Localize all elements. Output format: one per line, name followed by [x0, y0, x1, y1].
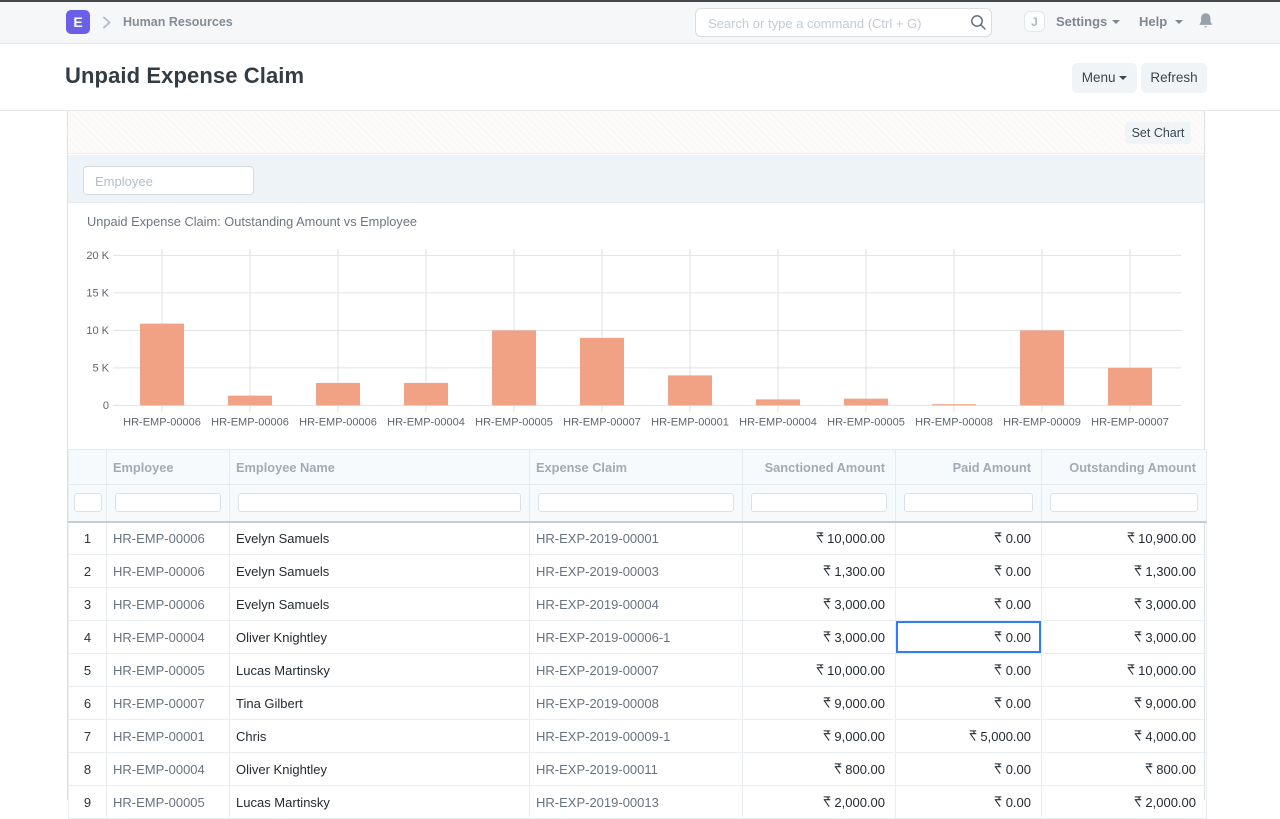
svg-text:HR-EMP-00007: HR-EMP-00007: [563, 417, 641, 429]
svg-text:HR-EMP-00005: HR-EMP-00005: [827, 417, 905, 429]
svg-text:0: 0: [103, 400, 109, 412]
svg-text:HR-EMP-00004: HR-EMP-00004: [387, 417, 465, 429]
svg-text:HR-EMP-00009: HR-EMP-00009: [1003, 417, 1081, 429]
svg-text:HR-EMP-00006: HR-EMP-00006: [211, 417, 289, 429]
svg-text:HR-EMP-00001: HR-EMP-00001: [651, 417, 729, 429]
svg-text:10 K: 10 K: [86, 325, 109, 337]
svg-text:HR-EMP-00004: HR-EMP-00004: [739, 417, 817, 429]
svg-text:HR-EMP-00006: HR-EMP-00006: [299, 417, 377, 429]
svg-text:HR-EMP-00005: HR-EMP-00005: [475, 417, 553, 429]
svg-text:HR-EMP-00008: HR-EMP-00008: [915, 417, 993, 429]
svg-text:5 K: 5 K: [92, 363, 109, 375]
svg-text:15 K: 15 K: [86, 288, 109, 300]
svg-text:HR-EMP-00006: HR-EMP-00006: [123, 417, 201, 429]
svg-text:HR-EMP-00007: HR-EMP-00007: [1091, 417, 1169, 429]
svg-text:20 K: 20 K: [86, 250, 109, 262]
